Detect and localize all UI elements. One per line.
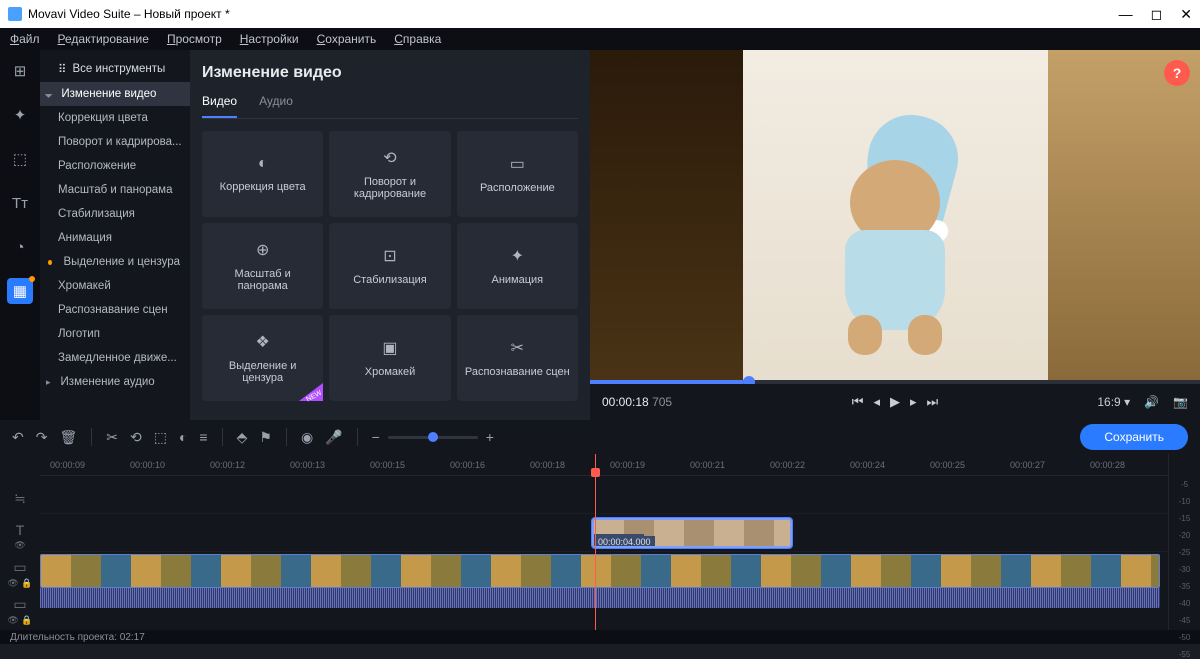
menu-help[interactable]: Справка bbox=[394, 32, 441, 46]
text-track[interactable] bbox=[40, 476, 1168, 514]
tab-video[interactable]: Видео bbox=[202, 94, 237, 118]
save-button[interactable]: Сохранить bbox=[1080, 424, 1188, 450]
sidebar-item-audio-edit[interactable]: Изменение аудио bbox=[40, 370, 190, 394]
sidebar-item-chromakey[interactable]: Хромакей bbox=[40, 274, 190, 298]
minimize-button[interactable]: — bbox=[1119, 6, 1133, 23]
sidebar-item-rotate-crop[interactable]: Поворот и кадрирова... bbox=[40, 130, 190, 154]
maximize-button[interactable]: ◻ bbox=[1151, 6, 1163, 23]
tool-panel: Изменение видео Видео Аудио ◐Коррекция ц… bbox=[190, 50, 590, 420]
sidebar-item-position[interactable]: Расположение bbox=[40, 154, 190, 178]
sidebar-item-highlight[interactable]: Выделение и цензура bbox=[40, 250, 190, 274]
text-track-icon[interactable]: T👁 bbox=[0, 518, 40, 556]
sidebar-item-scene-detect[interactable]: Распознавание сцен bbox=[40, 298, 190, 322]
statusbar: Длительность проекта: 02:17 bbox=[0, 630, 1200, 644]
menubar: Файл Редактирование Просмотр Настройки С… bbox=[0, 28, 1200, 50]
step-back-icon[interactable]: ◂ bbox=[873, 394, 880, 410]
titlebar: Movavi Video Suite – Новый проект * — ◻ … bbox=[0, 0, 1200, 28]
tab-audio[interactable]: Аудио bbox=[259, 94, 293, 118]
menu-view[interactable]: Просмотр bbox=[167, 32, 222, 46]
cut-icon[interactable]: ✂ bbox=[106, 429, 118, 446]
video-track-icon[interactable]: ▭👁 🔒 bbox=[0, 593, 40, 631]
sidebar-item-stabilize[interactable]: Стабилизация bbox=[40, 202, 190, 226]
timeline-zoom[interactable]: − + bbox=[372, 429, 494, 445]
effects-icon[interactable]: ✦ bbox=[7, 102, 33, 128]
menu-save[interactable]: Сохранить bbox=[317, 32, 377, 46]
preview-time: 00:00:18 705 bbox=[602, 395, 672, 409]
crop-icon[interactable]: ⬚ bbox=[154, 429, 167, 446]
menu-file[interactable]: Файл bbox=[10, 32, 40, 46]
more-tools-icon[interactable]: ▦ bbox=[7, 278, 33, 304]
sidebar: ⠿ Все инструменты Изменение видео Коррек… bbox=[40, 50, 190, 420]
redo-icon[interactable]: ↷ bbox=[36, 429, 48, 446]
step-fwd-icon[interactable]: ▸ bbox=[910, 394, 917, 410]
play-icon[interactable]: ▶ bbox=[890, 394, 900, 410]
tool-5[interactable]: ✦Анимация bbox=[457, 223, 578, 309]
project-duration: 02:17 bbox=[120, 632, 145, 643]
transitions-icon[interactable]: ⬚ bbox=[7, 146, 33, 172]
overlay-track-icon[interactable]: ▭👁 🔒 bbox=[0, 555, 40, 593]
volume-icon[interactable]: 🔊 bbox=[1144, 395, 1159, 409]
sidebar-item-logo[interactable]: Логотип bbox=[40, 322, 190, 346]
playhead[interactable] bbox=[595, 454, 596, 630]
app-logo-icon bbox=[8, 7, 22, 21]
snapshot-icon[interactable]: 📷 bbox=[1173, 395, 1188, 409]
record-icon[interactable]: ◉ bbox=[301, 429, 313, 446]
sidebar-item-all-tools[interactable]: ⠿ Все инструменты bbox=[40, 56, 190, 82]
audio-meter: -5-10-15-20-25-30-35-40-45-50-55 bbox=[1168, 454, 1200, 630]
help-button[interactable]: ? bbox=[1164, 60, 1190, 86]
menu-edit[interactable]: Редактирование bbox=[58, 32, 149, 46]
mic-icon[interactable]: 🎤 bbox=[325, 429, 342, 446]
next-clip-icon[interactable]: ⏭ bbox=[927, 394, 939, 410]
tool-0[interactable]: ◐Коррекция цвета bbox=[202, 131, 323, 217]
undo-icon[interactable]: ↶ bbox=[12, 429, 24, 446]
sidebar-item-slowmo[interactable]: Замедленное движе... bbox=[40, 346, 190, 370]
preview-canvas[interactable] bbox=[590, 50, 1200, 380]
delete-icon[interactable]: 🗑 bbox=[59, 429, 77, 446]
clip-duration: 00:00:04.000 bbox=[594, 536, 655, 546]
window-title: Movavi Video Suite – Новый проект * bbox=[28, 7, 230, 21]
adjust-icon[interactable]: ≡ bbox=[199, 429, 207, 445]
zoom-in-icon[interactable]: + bbox=[486, 429, 494, 445]
clip-overlay[interactable]: мишка.jpg 00:00:04.000 bbox=[592, 518, 792, 548]
tool-2[interactable]: ▭Расположение bbox=[457, 131, 578, 217]
rotate-icon[interactable]: ⟲ bbox=[130, 429, 142, 446]
tool-6[interactable]: ❖Выделение и цензураNEW bbox=[202, 315, 323, 401]
sidebar-item-color[interactable]: Коррекция цвета bbox=[40, 106, 190, 130]
sidebar-item-zoom-pan[interactable]: Масштаб и панорама bbox=[40, 178, 190, 202]
timeline-ruler[interactable]: 00:00:0900:00:1000:00:1200:00:1300:00:15… bbox=[40, 454, 1168, 476]
timeline: ≒ T👁 ▭👁 🔒 ▭👁 🔒 00:00:0900:00:1000:00:120… bbox=[0, 454, 1200, 630]
timeline-toolbar: ↶ ↷ 🗑 ✂ ⟲ ⬚ ◐ ≡ ⬘ ⚑ ◉ 🎤 − + Сохранить bbox=[0, 420, 1200, 454]
prev-clip-icon[interactable]: ⏮ bbox=[852, 394, 864, 410]
video-track[interactable] bbox=[40, 552, 1168, 608]
color-icon[interactable]: ◐ bbox=[179, 429, 187, 445]
stickers-icon[interactable]: ◔ bbox=[7, 234, 33, 260]
aspect-ratio[interactable]: 16:9 ▾ bbox=[1097, 395, 1130, 409]
tool-4[interactable]: ⊡Стабилизация bbox=[329, 223, 450, 309]
tool-7[interactable]: ▣Хромакей bbox=[329, 315, 450, 401]
clip-audio-wave[interactable] bbox=[40, 588, 1160, 608]
sidebar-item-animation[interactable]: Анимация bbox=[40, 226, 190, 250]
tool-1[interactable]: ⟲Поворот и кадрирование bbox=[329, 131, 450, 217]
left-toolbar: ⊞ ✦ ⬚ Tᴛ ◔ ▦ bbox=[0, 50, 40, 420]
transition-icon[interactable]: ⬘ bbox=[237, 429, 248, 446]
sidebar-item-video-edit[interactable]: Изменение видео bbox=[40, 82, 190, 106]
marker-icon[interactable]: ⚑ bbox=[259, 429, 272, 446]
close-button[interactable]: ✕ bbox=[1180, 6, 1192, 23]
project-duration-label: Длительность проекта: bbox=[10, 632, 117, 643]
clip-main-video[interactable] bbox=[40, 554, 1160, 588]
tool-8[interactable]: ✂Распознавание сцен bbox=[457, 315, 578, 401]
overlay-track[interactable]: мишка.jpg 00:00:04.000 bbox=[40, 514, 1168, 552]
tool-3[interactable]: ⊕Масштаб и панорама bbox=[202, 223, 323, 309]
add-media-icon[interactable]: ⊞ bbox=[7, 58, 33, 84]
panel-title: Изменение видео bbox=[202, 64, 578, 82]
track-settings-icon[interactable]: ≒ bbox=[0, 480, 40, 518]
titles-icon[interactable]: Tᴛ bbox=[7, 190, 33, 216]
zoom-out-icon[interactable]: − bbox=[372, 429, 380, 445]
menu-settings[interactable]: Настройки bbox=[240, 32, 299, 46]
preview-controls: 00:00:18 705 ⏮ ◂ ▶ ▸ ⏭ 16:9 ▾ 🔊 📷 bbox=[590, 384, 1200, 420]
preview-pane: ? 00:00:18 705 ⏮ ◂ ▶ ▸ ⏭ 16:9 ▾ 🔊 📷 bbox=[590, 50, 1200, 420]
